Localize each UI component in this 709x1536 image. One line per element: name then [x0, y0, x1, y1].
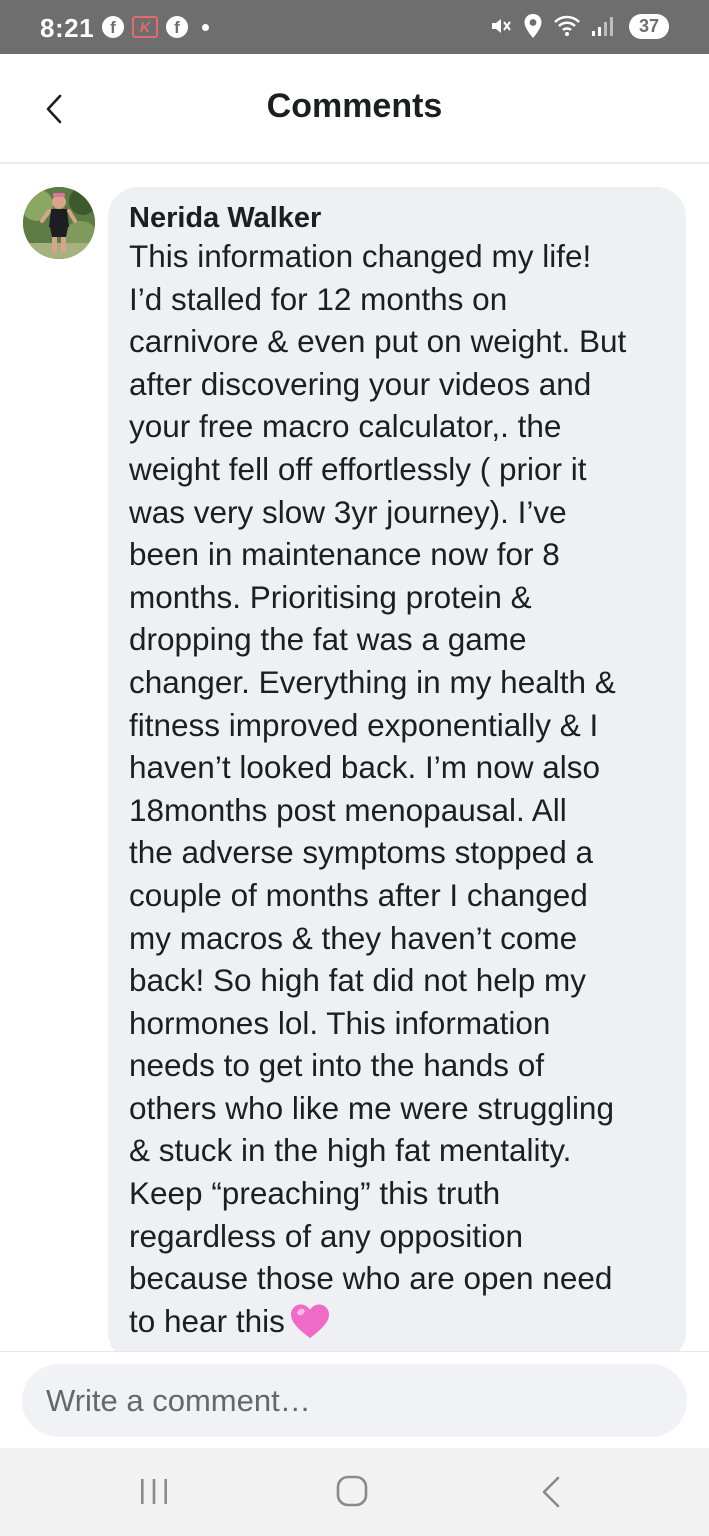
- k-app-icon: K: [132, 16, 158, 38]
- status-time: 8:21: [40, 13, 95, 43]
- signal-icon: [591, 17, 613, 36]
- comments-header: Comments: [0, 54, 709, 164]
- back-icon[interactable]: [531, 1474, 571, 1510]
- comment-body: This information changed my life! I’d st…: [129, 238, 627, 1339]
- status-bar: 8:21 f K f 37: [0, 0, 709, 54]
- comment-input[interactable]: [22, 1364, 687, 1437]
- comment-author[interactable]: Nerida Walker: [129, 201, 666, 235]
- wifi-icon: [554, 15, 580, 36]
- comment-text: This information changed my life! I’d st…: [129, 235, 666, 1342]
- home-icon[interactable]: [333, 1474, 373, 1510]
- pink-heart-icon: [290, 1304, 329, 1338]
- facebook-icon: f: [102, 16, 124, 38]
- facebook-icon: f: [166, 16, 188, 38]
- comment-bubble[interactable]: Nerida Walker This information changed m…: [108, 187, 686, 1362]
- avatar[interactable]: [23, 187, 95, 259]
- comment-composer: [0, 1351, 709, 1448]
- system-nav-bar: [0, 1448, 709, 1536]
- notification-dot: [202, 23, 209, 31]
- recents-icon[interactable]: [134, 1474, 174, 1510]
- location-icon: [524, 14, 542, 38]
- status-left-icons: f K f: [102, 16, 209, 38]
- page-title: Comments: [266, 87, 443, 125]
- status-right-icons: 37: [489, 13, 669, 39]
- battery-indicator: 37: [628, 13, 669, 39]
- mute-icon: [491, 19, 511, 33]
- avatar-photo: [23, 187, 95, 259]
